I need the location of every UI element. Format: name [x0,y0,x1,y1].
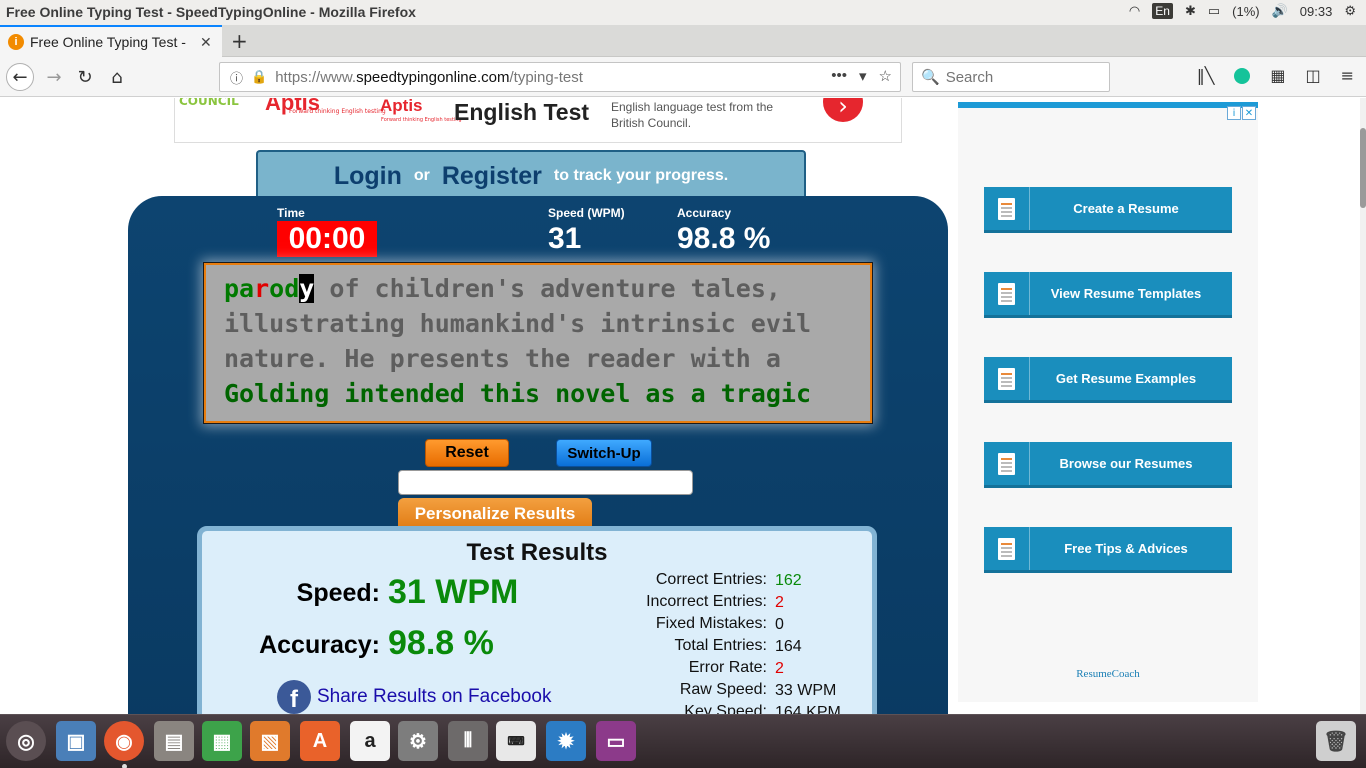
resume-doc-icon [998,367,1015,390]
screenshot-icon[interactable]: ✹ [546,721,586,761]
ad-description: English language test from the British C… [611,100,774,130]
resume-doc-icon [998,537,1015,560]
site-info-icon[interactable]: ⓘ [230,68,243,87]
back-button[interactable]: ← [6,63,34,91]
reload-button[interactable]: ↻ [71,63,99,91]
ad-close-icon[interactable]: ✕ [1242,106,1256,120]
home-button[interactable]: ⌂ [103,63,131,91]
firefox-icon[interactable]: ◉ [104,721,144,761]
search-bar[interactable]: 🔍 [912,62,1110,92]
pocket-icon[interactable]: ▾ [859,67,867,85]
search-input[interactable] [945,68,1106,86]
sidebar-icon[interactable]: ◫ [1305,66,1320,85]
new-tab-icon[interactable]: + [231,29,248,53]
resume-doc-icon [998,197,1015,220]
web-page: COUNCIL Aptis Forward thinking English t… [0,98,1366,714]
typing-panel [128,196,948,714]
banner-ad[interactable]: COUNCIL Aptis Forward thinking English t… [174,98,902,143]
grammarly-icon[interactable] [1234,67,1251,84]
image-viewer-icon[interactable]: ▣ [56,721,96,761]
track-progress-text: to track your progress. [553,167,729,184]
extension-icon[interactable]: ▦ [1270,66,1285,85]
battery-icon[interactable]: ▭ [1208,3,1220,19]
volume-icon[interactable]: 🔊 [1272,3,1288,19]
page-scrollbar-thumb[interactable] [1360,128,1366,208]
tab-strip: i Free Online Typing Test - SpeedTypingO… [0,25,1366,57]
keyboard-icon[interactable]: ⌨ [496,721,536,761]
ad-arrow-icon[interactable]: › [823,98,863,122]
bluetooth-icon[interactable]: ✱ [1185,3,1196,19]
settings-icon[interactable]: ⚙ [398,721,438,761]
tab-typing-test[interactable]: i Free Online Typing Test - SpeedTypingO… [0,25,222,57]
library-icon[interactable]: ‖╲ [1197,66,1215,85]
browse-resumes-button[interactable]: Browse our Resumes [984,442,1232,488]
free-tips-button[interactable]: Free Tips & Advices [984,527,1232,573]
create-resume-button[interactable]: Create a Resume [984,187,1232,233]
navigation-bar: ← → ↻ ⌂ ⓘ 🔒 https://www.speedtypingonlin… [0,57,1366,97]
resume-coach-link[interactable]: ResumeCoach [958,668,1258,680]
view-resume-templates-button[interactable]: View Resume Templates [984,272,1232,318]
login-link[interactable]: Login [334,162,402,191]
clock[interactable]: 09:33 [1300,4,1333,19]
spreadsheet-icon[interactable]: ▦ [202,721,242,761]
login-or-text: or [413,167,430,184]
resume-doc-icon [998,282,1015,305]
ad-heading: English Test [454,99,590,125]
resume-doc-icon [998,452,1015,475]
resume-sidebar-ad[interactable]: i ✕ Create a Resume View Resume Template… [958,102,1258,702]
lock-icon[interactable]: 🔒 [251,69,267,85]
login-bar: Login or Register to track your progress… [256,150,806,200]
system-top-panel: Free Online Typing Test - SpeedTypingOnl… [0,0,1366,25]
get-resume-examples-button[interactable]: Get Resume Examples [984,357,1232,403]
register-link[interactable]: Register [442,162,542,191]
ad-aptis-tagline-small: Forward thinking English testing [381,117,462,123]
ad-aptis-tagline: Forward thinking English testing [289,108,386,115]
presentation-icon[interactable]: ▧ [250,721,290,761]
keyboard-layout-indicator[interactable]: En [1152,3,1173,19]
dash-icon[interactable]: ◎ [6,721,46,761]
wifi-icon[interactable]: ◠ [1129,3,1140,19]
mixer-icon[interactable]: ⫴ [448,721,488,761]
battery-percent[interactable]: (1%) [1232,4,1259,19]
forward-button[interactable]: → [40,63,68,91]
ubuntu-dock: ◎ ▣ ◉ ▤ ▦ ▧ A a ⚙ ⫴ ⌨ ✹ ▭ 🗑 [0,714,1366,768]
dock-running-indicator [122,764,127,768]
url-text[interactable]: https://www.speedtypingonline.com/typing… [275,69,583,86]
search-icon: 🔍 [921,69,940,86]
system-tray: ◠ En ✱ ▭ (1%) 🔊 09:33 ⚙ [1129,3,1356,19]
tab-title: Free Online Typing Test - SpeedTypingOnl… [30,34,190,50]
menu-icon[interactable]: ≡ [1341,66,1354,85]
ad-aptis-logo-small: Aptis [380,98,423,115]
window-icon[interactable]: ▭ [596,721,636,761]
trash-icon[interactable]: 🗑 [1316,721,1356,761]
close-tab-icon[interactable]: ✕ [200,34,212,51]
amazon-icon[interactable]: a [350,721,390,761]
site-favicon-icon: i [8,34,24,50]
software-center-icon[interactable]: A [300,721,340,761]
window-title: Free Online Typing Test - SpeedTypingOnl… [6,4,416,20]
page-actions-icon[interactable]: ••• [831,67,847,85]
files-icon[interactable]: ▤ [154,721,194,761]
ad-info-icon[interactable]: i [1227,106,1241,120]
url-bar[interactable]: ⓘ 🔒 https://www.speedtypingonline.com/ty… [219,62,901,92]
power-gear-icon[interactable]: ⚙ [1344,3,1356,19]
bookmark-star-icon[interactable]: ☆ [879,67,892,85]
ad-council-logo: COUNCIL [179,98,239,108]
